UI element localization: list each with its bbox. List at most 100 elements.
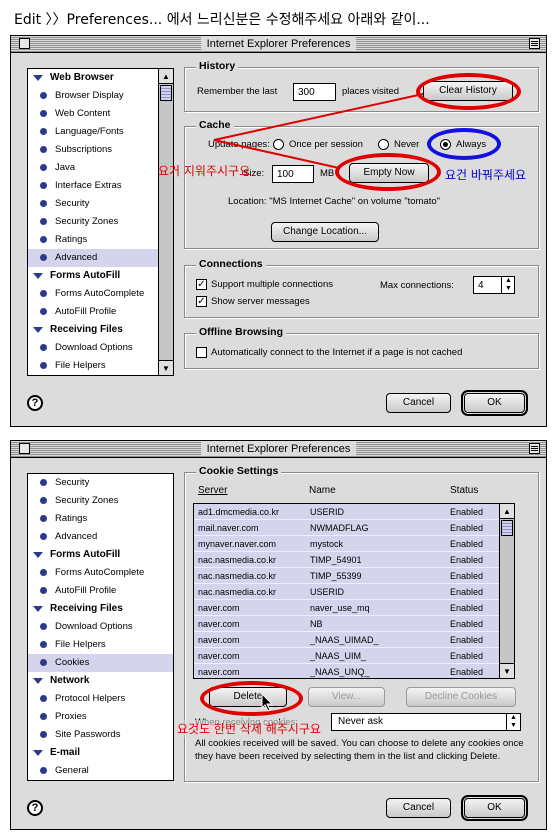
cookie-row[interactable]: nac.nasmedia.co.kr TIMP_55399 Enabled: [194, 568, 514, 584]
sidebar-group-network[interactable]: Network: [28, 672, 173, 690]
annotation-change-text: 요건 바꿔주세요: [445, 168, 527, 182]
cookie-status: Enabled: [450, 635, 484, 645]
annotation-delete-text: 요것도 한번 삭제 해주시구요: [177, 720, 321, 737]
sidebar-item-label: Security: [55, 477, 90, 488]
cookie-row[interactable]: naver.com NB Enabled: [194, 616, 514, 632]
sidebar-item-label: File Helpers: [55, 639, 106, 650]
cookie-row[interactable]: naver.com naver_use_mq Enabled: [194, 600, 514, 616]
cookie-server: nac.nasmedia.co.kr: [198, 555, 277, 565]
decline-cookies-button[interactable]: Decline Cookies: [406, 687, 516, 707]
cookie-name: USERID: [310, 507, 345, 517]
bullet-icon: [40, 713, 47, 720]
bullet-icon: [40, 641, 47, 648]
cookie-status: Enabled: [450, 539, 484, 549]
cookie-status: Enabled: [450, 603, 484, 613]
cookie-server: naver.com: [198, 635, 240, 645]
sidebar-item-advanced[interactable]: Advanced: [28, 528, 173, 546]
scroll-thumb[interactable]: [501, 520, 513, 536]
sidebar-item-file-helpers[interactable]: File Helpers: [28, 636, 173, 654]
cookie-name: _NAAS_UIM_: [310, 651, 367, 661]
cookie-name: NB: [310, 619, 323, 629]
sidebar-item-download-options[interactable]: Download Options: [28, 618, 173, 636]
sidebar-item-label: Advanced: [55, 531, 98, 542]
cookie-row[interactable]: nac.nasmedia.co.kr USERID Enabled: [194, 584, 514, 600]
sidebar-group-receiving-files[interactable]: Receiving Files: [28, 600, 173, 618]
help-icon[interactable]: ?: [27, 800, 43, 816]
sidebar-item-label: Site Passwords: [55, 729, 121, 740]
cookie-server: nac.nasmedia.co.kr: [198, 571, 277, 581]
cookie-row[interactable]: naver.com _NAAS_UIMAD_ Enabled: [194, 632, 514, 648]
select-arrows-icon: ▲ ▼: [506, 714, 520, 730]
column-header-status[interactable]: Status: [450, 485, 478, 496]
scroll-down-arrow-icon[interactable]: ▼: [500, 663, 514, 678]
sidebar-item-label: General: [55, 765, 89, 776]
disclosure-triangle-icon[interactable]: [33, 552, 43, 558]
cookie-name: mystock: [310, 539, 344, 549]
cookie-settings-title: Cookie Settings: [196, 465, 282, 477]
disclosure-triangle-icon[interactable]: [33, 678, 43, 684]
cookie-server: ad1.dmcmedia.co.kr: [198, 507, 280, 517]
sidebar-item-label: Protocol Helpers: [55, 693, 126, 704]
cookie-row[interactable]: mynaver.naver.com mystock Enabled: [194, 536, 514, 552]
sidebar-group-e-mail[interactable]: E-mail: [28, 744, 173, 762]
bullet-icon: [40, 659, 47, 666]
sidebar-item-label: Forms AutoFill: [50, 549, 121, 560]
sidebar-item-security[interactable]: Security: [28, 474, 173, 492]
cookie-server: naver.com: [198, 603, 240, 613]
sidebar-item-ratings[interactable]: Ratings: [28, 510, 173, 528]
sidebar-group-forms-autofill[interactable]: Forms AutoFill: [28, 546, 173, 564]
collapse-box-icon[interactable]: [529, 443, 540, 454]
cookie-status: Enabled: [450, 651, 484, 661]
sidebar-item-label: Proxies: [55, 711, 87, 722]
cookie-row[interactable]: naver.com _NAAS_UNQ_ Enabled: [194, 664, 514, 678]
sidebar-item-proxies[interactable]: Proxies: [28, 708, 173, 726]
cookie-name: _NAAS_UNQ_: [310, 667, 370, 677]
annotation-arrows: [213, 93, 424, 169]
sidebar-item-general[interactable]: General: [28, 762, 173, 780]
cookie-name: _NAAS_UIMAD_: [310, 635, 379, 645]
bullet-icon: [40, 569, 47, 576]
cookie-server: naver.com: [198, 619, 240, 629]
mouse-pointer-icon: [261, 693, 274, 712]
bullet-icon: [40, 533, 47, 540]
cookie-server: mynaver.naver.com: [198, 539, 277, 549]
sidebar-item-security-zones[interactable]: Security Zones: [28, 492, 173, 510]
cookie-list[interactable]: ad1.dmcmedia.co.kr USERID Enabled mail.nave…: [193, 503, 515, 679]
sidebar-item-cookies[interactable]: Cookies: [28, 654, 173, 672]
column-header-name[interactable]: Name: [309, 485, 336, 496]
ok-button[interactable]: OK: [461, 795, 528, 821]
view-button[interactable]: View...: [308, 687, 385, 707]
bullet-icon: [40, 731, 47, 738]
cookie-row[interactable]: naver.com _NAAS_UIM_ Enabled: [194, 648, 514, 664]
cookie-name: TIMP_54901: [310, 555, 362, 565]
scroll-up-arrow-icon[interactable]: ▲: [500, 504, 514, 519]
title-bar[interactable]: Internet Explorer Preferences: [11, 441, 546, 458]
annotation-erase-text: 요거 지워주시구요: [158, 164, 251, 178]
disclosure-triangle-icon[interactable]: [33, 750, 43, 756]
cookie-row[interactable]: nac.nasmedia.co.kr TIMP_54901 Enabled: [194, 552, 514, 568]
bullet-icon: [40, 479, 47, 486]
cookie-server: naver.com: [198, 667, 240, 677]
sidebar-item-label: Network: [50, 675, 90, 686]
sidebar-item-site-passwords[interactable]: Site Passwords: [28, 726, 173, 744]
preferences-window-cookies: Internet Explorer Preferences Security Se…: [10, 440, 547, 830]
close-box-icon[interactable]: [19, 443, 30, 454]
cancel-button[interactable]: Cancel: [386, 798, 451, 818]
cookie-row[interactable]: ad1.dmcmedia.co.kr USERID Enabled: [194, 504, 514, 520]
when-receiving-select[interactable]: Never ask ▲ ▼: [331, 713, 521, 731]
cookie-status: Enabled: [450, 619, 484, 629]
cookie-row[interactable]: mail.naver.com NWMADFLAG Enabled: [194, 520, 514, 536]
cookie-server: mail.naver.com: [198, 523, 259, 533]
sidebar-item-forms-autocomplete[interactable]: Forms AutoComplete: [28, 564, 173, 582]
bullet-icon: [40, 695, 47, 702]
cookie-name: TIMP_55399: [310, 571, 362, 581]
sidebar-item-label: AutoFill Profile: [55, 585, 117, 596]
cookie-name: USERID: [310, 587, 345, 597]
cookie-list-scrollbar[interactable]: ▲ ▼: [499, 504, 514, 678]
sidebar-item-protocol-helpers[interactable]: Protocol Helpers: [28, 690, 173, 708]
bullet-icon: [40, 515, 47, 522]
sidebar-item-autofill-profile[interactable]: AutoFill Profile: [28, 582, 173, 600]
sidebar-item-label: Security Zones: [55, 495, 119, 506]
column-header-server[interactable]: Server: [198, 485, 227, 496]
disclosure-triangle-icon[interactable]: [33, 606, 43, 612]
